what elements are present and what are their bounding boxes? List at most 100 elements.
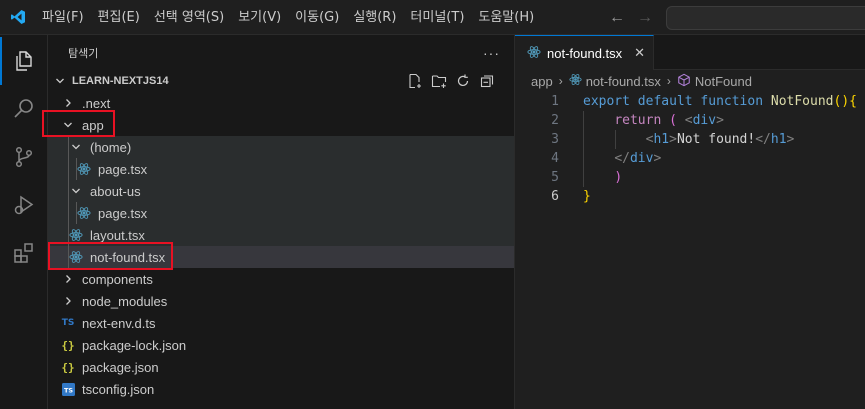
code-token: h1 [653, 132, 670, 147]
menu-bar: 파일(F) 편집(E) 선택 영역(S) 보기(V) 이동(G) 실행(R) 터미널(T) 도… [35, 0, 541, 35]
more-actions-icon[interactable]: ··· [483, 45, 500, 61]
tree-item[interactable]: page.tsx [48, 202, 514, 224]
code-token: { [849, 94, 857, 109]
line-number: 1 [551, 94, 559, 109]
project-section-header[interactable]: LEARN-NEXTJS14 [48, 70, 514, 92]
tree-item-label: node_modules [82, 293, 168, 309]
tree-item[interactable]: components [48, 268, 514, 290]
menu-item[interactable]: 터미널(T) [403, 0, 471, 35]
command-center-search[interactable] [666, 6, 865, 30]
code-token: Not found! [676, 132, 756, 147]
menu-item[interactable]: 도움말(H) [471, 0, 541, 35]
code-line: 4 </div> [515, 149, 865, 168]
indent-guide [68, 246, 69, 268]
react-file-icon [527, 45, 541, 62]
line-number: 2 [551, 113, 559, 128]
tree-item[interactable]: page.tsx [48, 158, 514, 180]
tree-item[interactable]: app [48, 114, 514, 136]
tree-item-label: package-lock.json [82, 337, 187, 353]
menu-item[interactable]: 파일(F) [35, 0, 91, 35]
symbol-method-icon [677, 73, 691, 90]
code-token: ) [614, 170, 623, 185]
chevron-down-icon[interactable] [68, 186, 84, 196]
code-text: ) [583, 168, 622, 187]
breadcrumb: app › not-found.tsx › NotFound [515, 70, 865, 92]
chevron-down-icon[interactable] [60, 120, 76, 130]
indent-guide [615, 130, 616, 149]
tree-item[interactable]: (home) [48, 136, 514, 158]
react-file-icon [569, 73, 582, 89]
editor-group: not-found.tsx ✕ app › not-found.tsx › No… [515, 35, 865, 409]
menu-item[interactable]: 이동(G) [288, 0, 346, 35]
line-number: 6 [551, 189, 559, 204]
tree-item[interactable]: about-us [48, 180, 514, 202]
extensions-icon[interactable] [0, 229, 48, 277]
tree-item-label: page.tsx [98, 161, 148, 177]
menu-item[interactable]: 선택 영역(S) [147, 0, 231, 35]
code-line: 6} [515, 187, 865, 206]
chevron-right-icon[interactable] [60, 98, 76, 108]
file-tree: .next app (home) page.tsx about-us page.tsx la… [48, 92, 514, 400]
code-token: > [716, 113, 724, 128]
chevron-down-icon [52, 76, 68, 86]
tree-item-label: components [82, 271, 153, 287]
source-control-icon[interactable] [0, 133, 48, 181]
explorer-icon[interactable] [0, 37, 48, 85]
code-token: < [684, 113, 693, 128]
back-arrow-icon[interactable]: ← [608, 9, 626, 27]
new-folder-icon[interactable] [430, 72, 448, 90]
code-text: return ( <div> [583, 111, 724, 130]
forward-arrow-icon[interactable]: → [636, 9, 654, 27]
close-icon[interactable]: ✕ [634, 45, 645, 61]
code-editor[interactable]: 1 export default function NotFound(){2 re… [515, 92, 865, 206]
explorer-sidebar: 탐색기 ··· LEARN-NEXTJS14 .next app (home) pag… [42, 35, 515, 409]
tab-label: not-found.tsx [547, 45, 623, 61]
tree-item[interactable]: {} package.json [48, 356, 514, 378]
menu-item[interactable]: 실행(R) [346, 0, 403, 35]
react-file-icon [68, 249, 84, 265]
tree-item[interactable]: layout.tsx [48, 224, 514, 246]
json-file-icon: {} [61, 360, 75, 374]
tree-item[interactable]: not-found.tsx [48, 246, 514, 268]
tree-item-label: layout.tsx [90, 227, 145, 243]
typescript-file-icon: TS [61, 318, 75, 328]
tree-item-label: page.tsx [98, 205, 148, 221]
chevron-right-icon: › [558, 74, 563, 88]
tab-not-found[interactable]: not-found.tsx ✕ [515, 35, 655, 70]
breadcrumb-file[interactable]: not-found.tsx [586, 74, 661, 89]
menu-item[interactable]: 편집(E) [91, 0, 147, 35]
code-token: NotFound [770, 94, 834, 109]
indent-guide [76, 202, 77, 224]
run-debug-icon[interactable] [0, 181, 48, 229]
sidebar-header: 탐색기 ··· [48, 35, 514, 70]
code-token: div [629, 151, 654, 166]
tree-item[interactable]: TS tsconfig.json [48, 378, 514, 400]
new-file-icon[interactable] [406, 72, 424, 90]
tree-item-label: about-us [90, 183, 141, 199]
tree-item[interactable]: node_modules [48, 290, 514, 312]
title-bar: 파일(F) 편집(E) 선택 영역(S) 보기(V) 이동(G) 실행(R) 터미널(T) 도… [0, 0, 865, 35]
breadcrumb-folder[interactable]: app [531, 74, 553, 89]
code-token: return [614, 113, 662, 128]
code-token: ( [669, 113, 677, 128]
chevron-right-icon[interactable] [60, 274, 76, 284]
chevron-down-icon[interactable] [68, 142, 84, 152]
vscode-logo-icon[interactable] [0, 0, 35, 35]
tree-item[interactable]: .next [48, 92, 514, 114]
tree-item[interactable]: {} package-lock.json [48, 334, 514, 356]
line-number: 4 [551, 151, 559, 166]
breadcrumb-symbol[interactable]: NotFound [695, 74, 752, 89]
react-file-icon [76, 161, 92, 177]
menu-item[interactable]: 보기(V) [231, 0, 288, 35]
collapse-all-icon[interactable] [478, 72, 496, 90]
tree-item[interactable]: TS next-env.d.ts [48, 312, 514, 334]
chevron-right-icon[interactable] [60, 296, 76, 306]
refresh-icon[interactable] [454, 72, 472, 90]
json-file-icon: {} [61, 338, 75, 352]
search-icon[interactable] [0, 85, 48, 133]
tree-item-label: (home) [90, 139, 132, 155]
